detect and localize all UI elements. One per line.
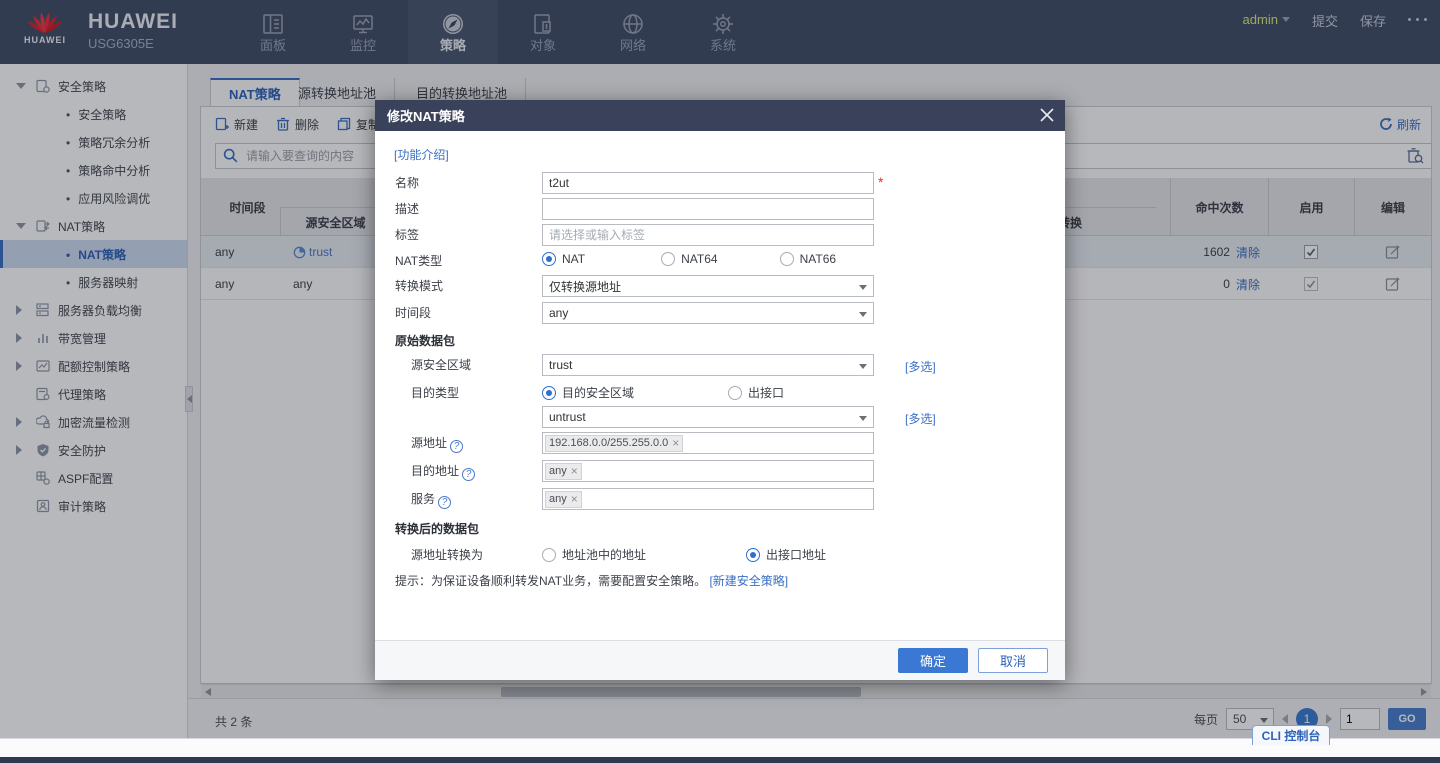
address-chip[interactable]: 192.168.0.0/255.255.0.0	[545, 435, 683, 452]
radio-nat[interactable]	[542, 252, 556, 266]
service-input[interactable]: any	[542, 488, 874, 510]
address-chip[interactable]: any	[545, 463, 582, 480]
source-zone-multi-link[interactable]: [多选]	[905, 358, 936, 375]
dest-zone-multi-link[interactable]: [多选]	[905, 410, 936, 427]
close-icon[interactable]	[1039, 107, 1055, 123]
dialog-header: 修改NAT策略	[375, 100, 1065, 131]
cli-console-button[interactable]: CLI 控制台	[1252, 725, 1330, 745]
cancel-button[interactable]: 取消	[978, 648, 1048, 673]
translate-mode-label: 转换模式	[395, 275, 443, 297]
new-security-policy-link[interactable]: [新建安全策略]	[709, 574, 788, 588]
chevron-down-icon	[859, 416, 867, 421]
description-input[interactable]	[542, 198, 874, 220]
source-address-label: 源地址	[411, 432, 463, 454]
section-translated-packet: 转换后的数据包	[395, 520, 479, 537]
bottom-bar: CLI 控制台	[0, 738, 1440, 757]
radio-out-interface-address[interactable]	[746, 548, 760, 562]
chevron-down-icon	[859, 285, 867, 290]
help-icon[interactable]	[438, 496, 451, 509]
name-input[interactable]	[542, 172, 874, 194]
ok-button[interactable]: 确定	[898, 648, 968, 673]
time-period-select[interactable]: any	[542, 302, 874, 324]
bottom-strip	[0, 757, 1440, 763]
time-period-label: 时间段	[395, 302, 431, 324]
help-icon[interactable]	[462, 468, 475, 481]
dest-zone-select[interactable]: untrust	[542, 406, 874, 428]
description-label: 描述	[395, 198, 419, 220]
tag-label: 标签	[395, 224, 419, 246]
radio-dest-zone[interactable]	[542, 386, 556, 400]
radio-out-interface[interactable]	[728, 386, 742, 400]
nat-type-radio-group: NAT NAT64 NAT66	[542, 252, 836, 266]
dialog-footer: 确定 取消	[375, 640, 1065, 680]
translate-mode-select[interactable]: 仅转换源地址	[542, 275, 874, 297]
dialog-title: 修改NAT策略	[387, 106, 465, 125]
radio-address-pool[interactable]	[542, 548, 556, 562]
nat-type-label: NAT类型	[395, 250, 442, 272]
feature-intro-link[interactable]: [功能介绍]	[394, 146, 449, 163]
hint-text: 提示：为保证设备顺利转发NAT业务，需要配置安全策略。 [新建安全策略]	[395, 570, 788, 592]
source-zone-label: 源安全区域	[411, 354, 471, 376]
radio-nat66[interactable]	[780, 252, 794, 266]
service-chip[interactable]: any	[545, 491, 582, 508]
chevron-down-icon	[859, 364, 867, 369]
snat-radio-group: 地址池中的地址 出接口地址	[542, 546, 826, 563]
chevron-down-icon	[859, 312, 867, 317]
dest-address-label: 目的地址	[411, 460, 475, 482]
tag-input[interactable]	[542, 224, 874, 246]
dest-address-input[interactable]: any	[542, 460, 874, 482]
dest-type-radio-group: 目的安全区域 出接口	[542, 384, 784, 401]
edit-nat-policy-dialog: 修改NAT策略 [功能介绍] 名称 * 描述 标签 NAT类型 NAT NAT6…	[375, 100, 1065, 680]
source-zone-select[interactable]: trust	[542, 354, 874, 376]
app-window: HUAWEI HUAWEI USG6305E 面板 监控 策略 对象 网络 系统	[0, 0, 1440, 763]
service-label: 服务	[411, 488, 451, 510]
snat-to-label: 源地址转换为	[411, 544, 483, 566]
help-icon[interactable]	[450, 440, 463, 453]
source-address-input[interactable]: 192.168.0.0/255.255.0.0	[542, 432, 874, 454]
radio-nat64[interactable]	[661, 252, 675, 266]
name-label: 名称	[395, 172, 419, 194]
section-original-packet: 原始数据包	[395, 332, 455, 349]
dest-type-label: 目的类型	[411, 382, 459, 404]
required-asterisk: *	[878, 174, 883, 190]
